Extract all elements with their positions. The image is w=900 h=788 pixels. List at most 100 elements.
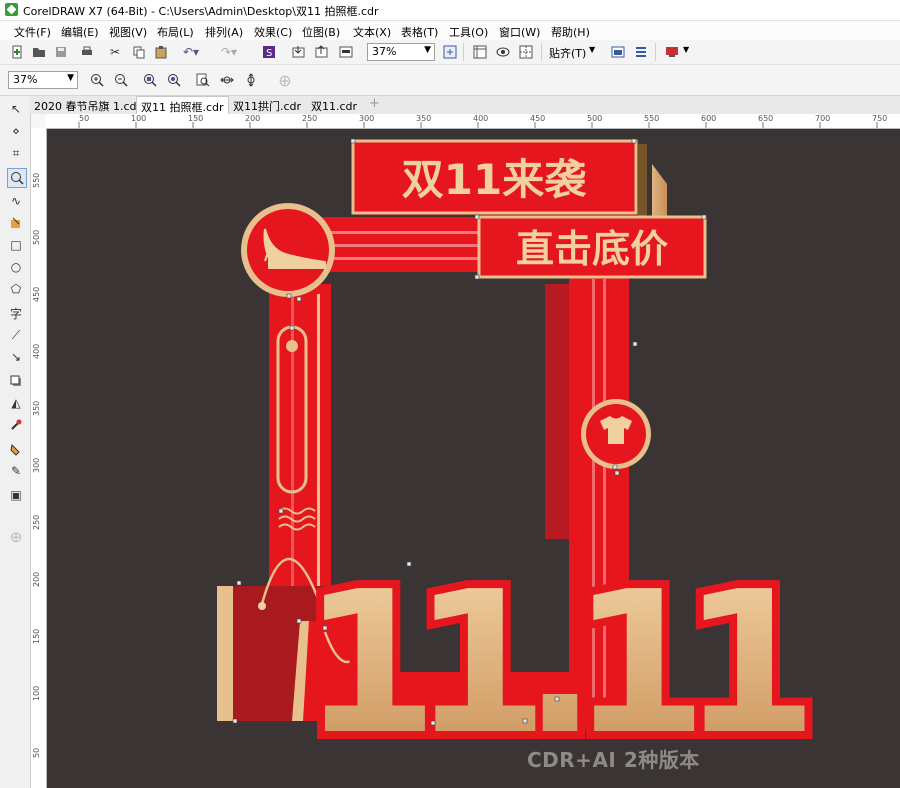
pillar-dot xyxy=(286,340,298,352)
snap-to-dropdown[interactable]: 贴齐(T) xyxy=(549,45,586,61)
menu-tools[interactable]: 工具(O) xyxy=(449,24,488,40)
v-ruler-label: 100 xyxy=(32,685,41,701)
color-eyedropper-tool-icon[interactable] xyxy=(7,416,25,434)
menu-bitmaps[interactable]: 位图(B) xyxy=(302,24,340,40)
welcome-screen-icon[interactable] xyxy=(663,43,681,61)
property-bar: 37% ▼ ⊕ xyxy=(0,65,900,96)
parallel-dimension-tool-icon[interactable]: ⟋ xyxy=(7,326,25,344)
add-property-icon[interactable]: ⊕ xyxy=(276,71,294,90)
rectangle-tool-icon[interactable]: □ xyxy=(7,236,25,254)
standard-toolbar: ✂ ↶▾ ↷▾ S 37% ▼ 贴齐(T) ▼ ▼ xyxy=(0,40,900,65)
menu-help[interactable]: 帮助(H) xyxy=(551,24,590,40)
bag-handle-ring xyxy=(258,602,266,610)
v-ruler-label: 300 xyxy=(32,457,41,473)
tab-doc-1[interactable]: 2020 春节吊旗 1.cdr xyxy=(30,96,145,114)
zoom-in-icon[interactable] xyxy=(88,71,106,89)
property-zoom-value: 37% xyxy=(13,73,38,86)
show-guidelines-icon[interactable] xyxy=(517,43,535,61)
save-icon[interactable] xyxy=(52,43,70,61)
chevron-down-icon: ▼ xyxy=(67,73,74,83)
import-icon[interactable] xyxy=(290,43,308,61)
application-launcher-icon[interactable] xyxy=(632,43,650,61)
new-tab-plus-icon[interactable]: + xyxy=(365,96,384,114)
v-ruler-label: 400 xyxy=(32,343,41,359)
cut-icon[interactable]: ✂ xyxy=(106,43,124,61)
menu-bar: 文件(F) 编辑(E) 视图(V) 布局(L) 排列(A) 效果(C) 位图(B… xyxy=(0,21,900,40)
open-folder-icon[interactable] xyxy=(30,43,48,61)
interactive-fill-tool-icon[interactable] xyxy=(7,440,25,458)
tab-doc-4[interactable]: 双11.cdr xyxy=(307,96,361,114)
ellipse-tool-icon[interactable]: ○ xyxy=(7,258,25,276)
show-rulers-icon[interactable] xyxy=(471,43,489,61)
title-bar: CorelDRAW X7 (64-Bit) - C:\Users\Admin\D… xyxy=(0,0,900,21)
undo-icon[interactable]: ↶▾ xyxy=(182,43,200,61)
zoom-to-page-height-icon[interactable] xyxy=(242,71,260,89)
tab-doc-2[interactable]: 双11 拍照框.cdr xyxy=(136,96,229,114)
menu-edit[interactable]: 编辑(E) xyxy=(61,24,99,40)
menu-table[interactable]: 表格(T) xyxy=(401,24,438,40)
smart-fill-tool-icon[interactable] xyxy=(7,214,25,232)
menu-layout[interactable]: 布局(L) xyxy=(157,24,194,40)
pick-tool-icon[interactable]: ↖ xyxy=(7,100,25,118)
transparency-tool-icon[interactable]: ◭ xyxy=(7,394,25,412)
redo-icon[interactable]: ↷▾ xyxy=(220,43,238,61)
menu-effects[interactable]: 效果(C) xyxy=(254,24,292,40)
horizontal-ruler[interactable]: 50 100 150 200 250 300 350 400 450 500 5… xyxy=(46,114,900,129)
v-ruler-label: 450 xyxy=(32,286,41,302)
options-icon[interactable] xyxy=(609,43,627,61)
window-title: CorelDRAW X7 (64-Bit) - C:\Users\Admin\D… xyxy=(23,5,379,18)
toolbar-separator xyxy=(463,43,464,61)
full-screen-preview-icon[interactable] xyxy=(441,43,459,61)
drawing-canvas[interactable]: 双11来袭 直击底价 11.11 11.11 CDR+AI 2种版本 xyxy=(47,129,900,788)
paste-icon[interactable] xyxy=(152,43,170,61)
chevron-down-icon: ▼ xyxy=(589,45,596,54)
watermark-text: CDR+AI 2种版本 xyxy=(527,748,700,772)
beam-line xyxy=(307,231,507,234)
v-ruler-label: 50 xyxy=(32,747,41,758)
menu-window[interactable]: 窗口(W) xyxy=(499,24,540,40)
text-tool-icon[interactable]: 字 xyxy=(7,304,25,322)
zoom-tool-icon[interactable] xyxy=(7,168,27,188)
shape-tool-icon[interactable]: ⋄ xyxy=(7,122,25,140)
add-tool-icon[interactable]: ⊕ xyxy=(7,528,25,546)
copy-icon[interactable] xyxy=(130,43,148,61)
h-ruler-ticks xyxy=(78,122,878,128)
toolbar-separator xyxy=(655,43,656,61)
menu-arrange[interactable]: 排列(A) xyxy=(205,24,243,40)
new-document-icon[interactable] xyxy=(8,43,26,61)
polygon-tool-icon[interactable]: ⬠ xyxy=(7,280,25,298)
bag-gold-side xyxy=(217,586,233,721)
freehand-tool-icon[interactable]: ∿ xyxy=(7,192,25,210)
publish-pdf-icon[interactable] xyxy=(337,43,355,61)
smart-drawing-tool-icon[interactable]: ✎ xyxy=(7,462,25,480)
vertical-ruler[interactable]: 550 500 450 400 350 300 250 200 150 100 … xyxy=(31,128,47,788)
toolbox: ↖ ⋄ ⌗ ∿ □ ○ ⬠ 字 ⟋ ↘ ◭ ✎ ▣ ⊕ xyxy=(0,96,31,788)
menu-text[interactable]: 文本(X) xyxy=(353,24,391,40)
v-ruler-label: 150 xyxy=(32,628,41,644)
print-icon[interactable] xyxy=(78,43,96,61)
crop-tool-icon[interactable]: ⌗ xyxy=(7,144,25,162)
tab-doc-3[interactable]: 双11拱门.cdr xyxy=(229,96,305,114)
zoom-out-icon[interactable] xyxy=(112,71,130,89)
zoom-to-selected-icon[interactable] xyxy=(141,71,159,89)
v-ruler-label: 350 xyxy=(32,400,41,416)
menu-view[interactable]: 视图(V) xyxy=(109,24,147,40)
outline-pen-tool-icon[interactable]: ▣ xyxy=(7,486,25,504)
zoom-level-value: 37% xyxy=(372,45,397,58)
menu-file[interactable]: 文件(F) xyxy=(14,24,51,40)
zoom-to-page-width-icon[interactable] xyxy=(218,71,236,89)
zoom-to-page-icon[interactable] xyxy=(194,71,212,89)
zoom-to-all-objects-icon[interactable] xyxy=(165,71,183,89)
ruler-origin-corner[interactable] xyxy=(31,114,47,129)
drop-shadow-tool-icon[interactable] xyxy=(7,372,25,390)
search-content-icon[interactable]: S xyxy=(260,43,278,61)
connector-tool-icon[interactable]: ↘ xyxy=(7,348,25,366)
chevron-down-icon: ▼ xyxy=(683,45,690,54)
document-tabs: 2020 春节吊旗 1.cdr 双11 拍照框.cdr 双11拱门.cdr 双1… xyxy=(30,96,900,114)
export-icon[interactable] xyxy=(313,43,331,61)
beam-line xyxy=(307,244,507,247)
v-ruler-label: 500 xyxy=(32,229,41,245)
property-zoom-select[interactable]: 37% ▼ xyxy=(8,71,78,89)
show-grid-icon[interactable] xyxy=(494,43,512,61)
zoom-level-select[interactable]: 37% ▼ xyxy=(367,43,435,61)
